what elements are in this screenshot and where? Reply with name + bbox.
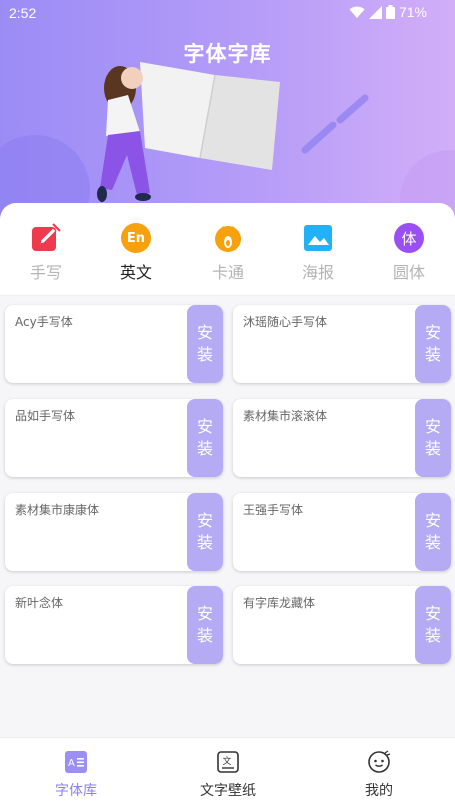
svg-text:A: A xyxy=(68,758,75,769)
category-label: 海报 xyxy=(301,263,334,282)
profile-icon xyxy=(367,750,391,774)
category-label: 英文 xyxy=(119,263,152,282)
install-button[interactable]: 安装 xyxy=(187,586,223,664)
category-poster[interactable]: 海报 xyxy=(288,223,348,283)
install-button[interactable]: 安装 xyxy=(187,305,223,383)
install-button[interactable]: 安装 xyxy=(187,493,223,571)
round-badge-text: 体 xyxy=(401,229,417,248)
category-label: 手写 xyxy=(29,263,62,282)
install-button[interactable]: 安装 xyxy=(415,586,451,664)
category-cartoon[interactable]: 卡通 xyxy=(198,223,258,283)
install-button[interactable]: 安装 xyxy=(415,493,451,571)
font-name: 素材集市滚滚体 xyxy=(243,409,328,423)
category-label: 卡通 xyxy=(211,263,244,282)
font-card[interactable]: 品如手写体 安装 xyxy=(5,399,223,477)
font-name: 王强手写体 xyxy=(243,503,304,517)
category-handwriting[interactable]: 手写 xyxy=(16,223,76,283)
install-label: 安 xyxy=(424,604,441,623)
tab-profile[interactable]: 我的 xyxy=(329,750,429,800)
install-label: 安 xyxy=(424,511,441,530)
install-button[interactable]: 安装 xyxy=(415,399,451,477)
round-font-icon: 体 xyxy=(394,223,424,253)
text-wallpaper-icon: 文 xyxy=(216,750,240,774)
font-card[interactable]: Acy手写体 安装 xyxy=(5,305,223,383)
category-label: 圆体 xyxy=(392,263,425,282)
category-english[interactable]: En 英文 xyxy=(106,223,166,283)
tab-label: 字体库 xyxy=(55,783,97,799)
font-card[interactable]: 素材集市康康体 安装 xyxy=(5,493,223,571)
category-bar: 手写 En 英文 卡通 海报 体 圆体 xyxy=(0,203,455,296)
install-label: 装 xyxy=(196,439,213,458)
category-round-font[interactable]: 体 圆体 xyxy=(379,223,439,283)
install-label: 安 xyxy=(196,604,213,623)
font-name: Acy手写体 xyxy=(15,315,73,329)
poster-icon xyxy=(303,223,333,253)
install-label: 装 xyxy=(424,345,441,364)
font-name: 新叶念体 xyxy=(15,596,64,610)
svg-text:文: 文 xyxy=(223,755,232,767)
font-card[interactable]: 有字库龙藏体 安装 xyxy=(233,586,451,664)
tab-text-wallpaper[interactable]: 文 文字壁纸 xyxy=(178,750,278,800)
en-icon: En xyxy=(121,223,151,253)
font-name: 沐瑶随心手写体 xyxy=(243,315,328,329)
install-label: 装 xyxy=(424,533,441,552)
font-card[interactable]: 王强手写体 安装 xyxy=(233,493,451,571)
font-library-icon: A xyxy=(64,750,88,774)
install-label: 安 xyxy=(196,511,213,530)
font-card[interactable]: 素材集市滚滚体 安装 xyxy=(233,399,451,477)
page-title: 字体字库 xyxy=(183,42,272,66)
header-banner: 2:52 71% 字体字库 xyxy=(0,0,455,225)
install-label: 安 xyxy=(196,323,213,342)
tab-font-library[interactable]: A 字体库 xyxy=(26,750,126,800)
install-button[interactable]: 安装 xyxy=(415,305,451,383)
install-label: 装 xyxy=(424,439,441,458)
font-name: 有字库龙藏体 xyxy=(243,596,316,610)
install-label: 安 xyxy=(424,323,441,342)
en-badge-text: En xyxy=(126,230,146,246)
cartoon-icon xyxy=(213,223,243,253)
font-name: 素材集市康康体 xyxy=(15,503,100,517)
font-name: 品如手写体 xyxy=(15,409,76,423)
bottom-tab-bar: A 字体库 文 文字壁纸 我的 xyxy=(0,737,455,809)
tab-label: 文字壁纸 xyxy=(200,783,256,799)
install-label: 安 xyxy=(196,417,213,436)
install-label: 装 xyxy=(424,626,441,645)
install-label: 装 xyxy=(196,626,213,645)
install-label: 装 xyxy=(196,533,213,552)
install-label: 装 xyxy=(196,345,213,364)
install-label: 安 xyxy=(424,417,441,436)
install-button[interactable]: 安装 xyxy=(187,399,223,477)
tab-label: 我的 xyxy=(365,783,393,799)
font-card[interactable]: 新叶念体 安装 xyxy=(5,586,223,664)
font-card[interactable]: 沐瑶随心手写体 安装 xyxy=(233,305,451,383)
banner-illustration xyxy=(0,62,455,225)
pen-icon xyxy=(31,223,61,253)
